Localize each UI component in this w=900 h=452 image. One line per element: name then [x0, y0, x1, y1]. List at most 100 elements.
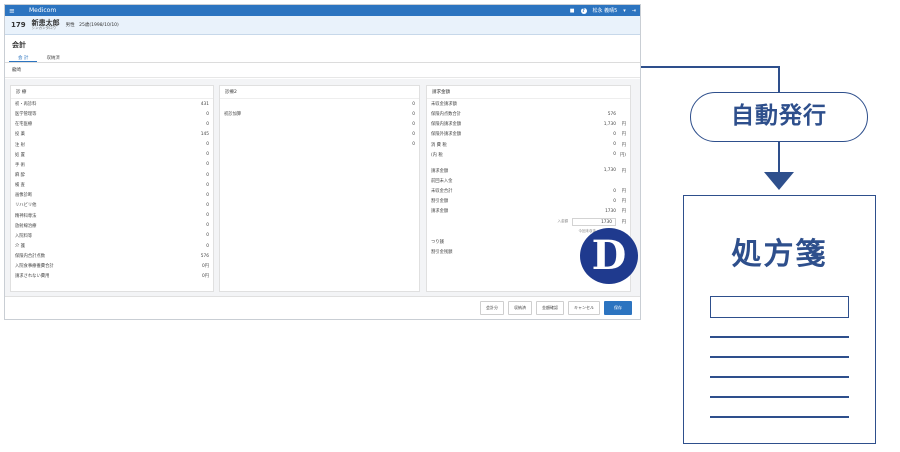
- app-title: Medicom: [29, 7, 57, 14]
- row-value: 0: [206, 172, 209, 178]
- patient-name-block: 新患太郎 シンカンタロウ: [31, 19, 60, 31]
- row-label: 処 置: [15, 152, 25, 158]
- connector-line-horizontal: [641, 66, 779, 68]
- row-value: 0: [412, 121, 415, 127]
- table-row: 割引金額 0 円: [427, 196, 630, 206]
- row-value: 431: [200, 101, 209, 107]
- prescription-document-icon: 処方箋: [683, 195, 876, 444]
- panel-shinryo2-rows: 0 初診加算 0 0 0 0: [220, 99, 419, 150]
- row-value: 145: [200, 131, 209, 137]
- row-value: 0: [206, 223, 209, 229]
- patient-kana: シンカンタロウ: [31, 25, 57, 30]
- logout-icon[interactable]: ⇥: [632, 8, 636, 14]
- table-row: 放射線治療 0: [11, 221, 213, 231]
- user-name[interactable]: 松永 義晴5: [593, 7, 618, 14]
- tab-shuno[interactable]: 収納済: [37, 53, 69, 62]
- row-label: 保険内合計点数: [15, 254, 46, 260]
- row-value: 0: [206, 243, 209, 249]
- kaikeibun-button[interactable]: 会計分: [480, 301, 504, 315]
- row-label: 請求されない費用: [15, 274, 50, 280]
- table-row: 未収金合計 0 円: [427, 186, 630, 196]
- row-value: 0: [206, 111, 209, 117]
- table-row: 入院食事療養費合計 0円: [11, 261, 213, 271]
- row-label: 未収金合計: [431, 189, 453, 195]
- row-unit: 円: [621, 189, 626, 195]
- received-label: 入金額: [557, 219, 569, 224]
- table-row: (内 税 0 円): [427, 150, 630, 160]
- tab-kaikei[interactable]: 会 計: [9, 53, 38, 62]
- row-value: 0: [613, 152, 616, 158]
- table-row: 保険内点数合計 576: [427, 109, 630, 119]
- panel-shinryo-rows: 初・再診料 431 医学管理等 0 在宅医療 0 投 薬 145 注 射0処 置0手 術0麻 酔…: [11, 99, 213, 282]
- row-label: 未収金請求額: [431, 102, 457, 108]
- table-row: 精神科専法 0: [11, 211, 213, 221]
- cancel-button[interactable]: キャンセル: [568, 301, 600, 315]
- chevron-down-icon[interactable]: ▾: [623, 8, 626, 14]
- row-value: 0: [613, 131, 616, 137]
- top-bar: ≡ Medicom ■ ? 松永 義晴5 ▾ ⇥: [5, 5, 640, 16]
- footer-bar: 会計分 収納済 金額確認 キャンセル 保存: [5, 296, 640, 319]
- help-icon[interactable]: ?: [580, 7, 587, 14]
- row-value: 0: [206, 162, 209, 168]
- row-value: 0: [206, 213, 209, 219]
- row-value: 0: [412, 111, 415, 117]
- table-row: リハビリ他 0: [11, 200, 213, 210]
- save-button[interactable]: 保存: [604, 301, 632, 315]
- table-row: 入院料等 0: [11, 231, 213, 241]
- page-title: 会計: [12, 41, 26, 49]
- row-label: 保険内請求金額: [431, 122, 462, 128]
- content-area: 診 療 初・再診料 431 医学管理等 0 在宅医療 0 投 薬 145 注 射0処 置0手 術…: [5, 79, 640, 296]
- table-row: 処 置 0: [11, 150, 213, 160]
- tab-bar: 会 計 収納済: [5, 53, 640, 63]
- row-unit: 円: [621, 122, 626, 128]
- row-label: 投 薬: [15, 132, 25, 138]
- header-right: ■ ? 松永 義晴5 ▾ ⇥: [570, 7, 636, 14]
- row-label: 注 射: [15, 142, 25, 148]
- row-label: 画像診断: [15, 193, 33, 199]
- table-row: 介 護 0: [11, 241, 213, 251]
- row-value: 0: [206, 233, 209, 239]
- row-label: 手 術: [15, 162, 25, 168]
- row-value: 0: [412, 142, 415, 148]
- row-label: 消 費 税: [431, 142, 447, 148]
- prescription-line: [710, 376, 849, 378]
- table-row: 保険外請求金額 0 円: [427, 129, 630, 139]
- patient-bar: 179 新患太郎 シンカンタロウ 男性 25歳(1998/10/10): [5, 16, 640, 35]
- table-row: 請求金額 1,730 円: [427, 166, 630, 176]
- table-row: 0: [220, 99, 419, 109]
- table-row: 0: [220, 140, 419, 150]
- row-value: 0: [206, 152, 209, 158]
- row-label: 精神科専法: [15, 213, 37, 219]
- panel-shinryo2: 診療2 0 初診加算 0 0 0 0: [219, 85, 420, 292]
- row-value: 0: [206, 182, 209, 188]
- row-label: 保険外請求金額: [431, 132, 462, 138]
- row-value: 0: [613, 188, 616, 194]
- connector-line-vertical-bottom: [778, 142, 780, 172]
- received-input[interactable]: 1730: [572, 217, 616, 226]
- row-label: 保険内点数合計: [431, 112, 462, 118]
- prescription-box: [710, 296, 849, 318]
- doctor-label: 龍崎: [5, 63, 640, 78]
- amount-check-button[interactable]: 金額確認: [536, 301, 564, 315]
- row-unit: 円: [621, 132, 626, 138]
- row-value: 0円: [201, 274, 209, 280]
- hamburger-menu-icon[interactable]: ≡: [9, 7, 19, 15]
- row-unit: 円: [621, 199, 626, 205]
- table-row: 消 費 税 0円: [427, 140, 630, 150]
- panel-seikyu-rows: 未収金請求額 保険内点数合計 576 保険内請求金額 1,730 円保険外請求金額 0 円消 …: [427, 99, 630, 217]
- table-row: 未収金請求額: [427, 99, 630, 109]
- table-row: 保険内請求金額 1,730 円: [427, 119, 630, 129]
- row-value: 0: [613, 142, 616, 148]
- connector-line-vertical-top: [778, 66, 780, 92]
- row-label: (内 税: [431, 152, 443, 158]
- row-value: 0: [206, 202, 209, 208]
- notification-bell-icon[interactable]: ■: [570, 8, 575, 14]
- table-row: 初・再診料 431: [11, 99, 213, 109]
- row-value: 0: [412, 101, 415, 107]
- patient-id: 179: [11, 21, 26, 29]
- panel-shinryo2-title: 診療2: [220, 86, 419, 99]
- row-value: 0: [206, 142, 209, 148]
- shuno-button[interactable]: 収納済: [508, 301, 532, 315]
- table-row: 注 射 0: [11, 140, 213, 150]
- row-label: 入院食事療養費合計: [15, 264, 54, 270]
